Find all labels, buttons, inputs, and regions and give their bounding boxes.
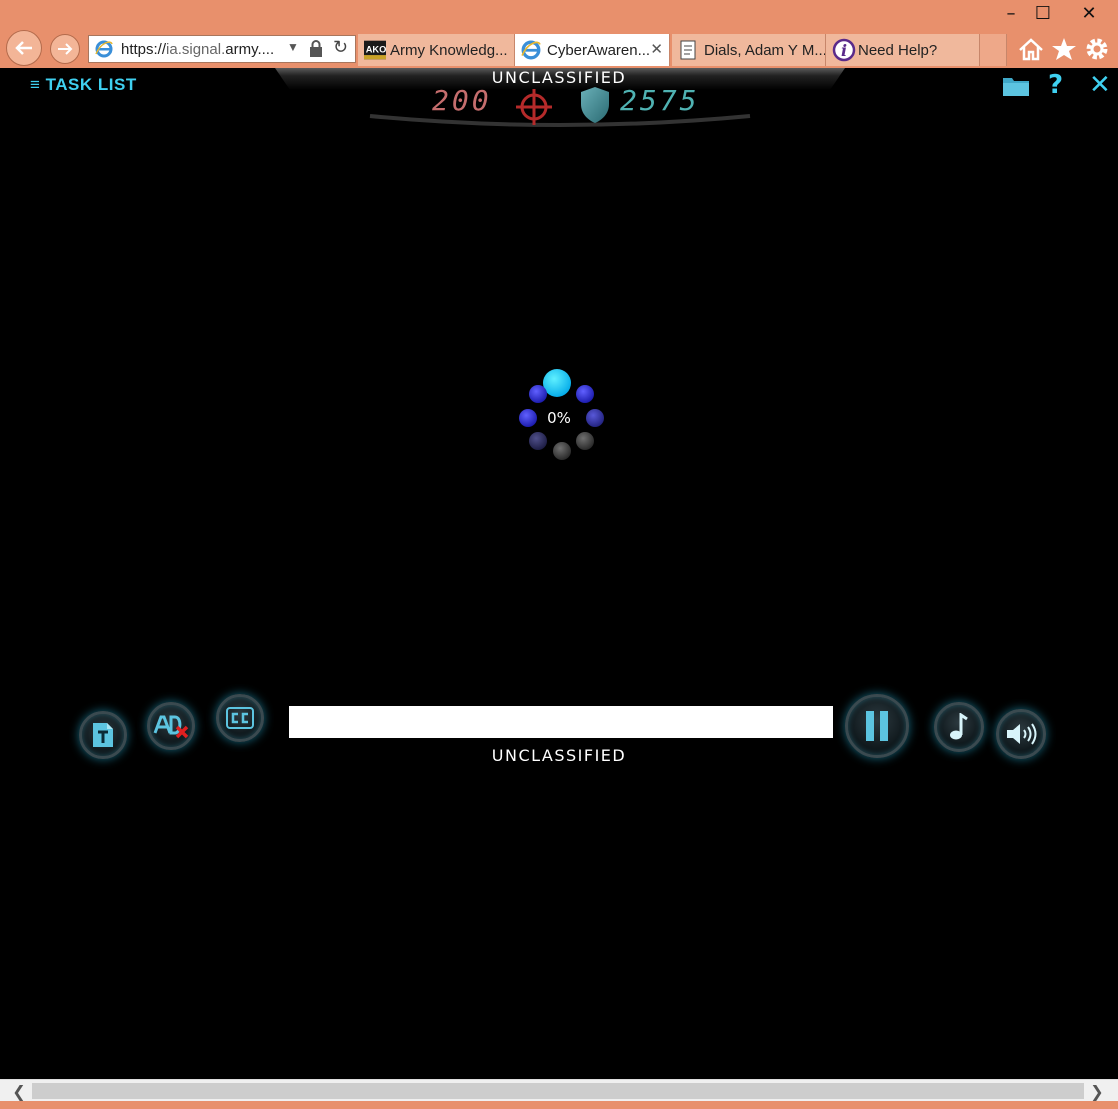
home-icon[interactable] <box>1016 34 1046 64</box>
audio-description-button[interactable] <box>147 702 195 750</box>
scrollbar-thumb[interactable] <box>32 1083 1084 1099</box>
close-tab-icon[interactable]: ✕ <box>650 40 663 58</box>
audio-description-off-icon <box>153 715 189 739</box>
new-tab-button[interactable] <box>980 34 1007 66</box>
scroll-left-icon[interactable]: ❮ <box>8 1080 30 1102</box>
music-note-icon <box>950 713 968 740</box>
tab-need-help[interactable]: i Need Help? <box>826 34 980 66</box>
tab-label: Army Knowledg... <box>390 42 508 59</box>
shield-icon <box>581 87 609 123</box>
tab-label: Need Help? <box>858 42 938 59</box>
transcript-icon <box>93 723 113 747</box>
classification-banner-top: UNCLASSIFIED <box>491 68 627 87</box>
horizontal-scrollbar[interactable]: ❮ ❯ <box>0 1079 1118 1102</box>
closed-captions-button[interactable] <box>216 694 264 742</box>
tab-cyber-awareness[interactable]: CyberAwaren... ✕ <box>515 34 670 66</box>
url-text: https://ia.signal.army.... <box>121 41 275 58</box>
info-icon: i <box>832 38 856 62</box>
browser-chrome: – ☐ ✕ https://ia.signal.army.... ▼ ↻ AKO… <box>0 0 1118 68</box>
back-button[interactable] <box>6 30 42 66</box>
help-icon[interactable]: ? <box>1048 70 1063 100</box>
defense-score: 2575 <box>620 84 700 117</box>
scroll-right-icon[interactable]: ❯ <box>1086 1080 1108 1102</box>
tab-dials-adam[interactable]: Dials, Adam Y M... <box>672 34 826 66</box>
exit-icon[interactable]: ✕ <box>1089 70 1111 100</box>
music-button[interactable] <box>934 702 984 752</box>
back-arrow-icon <box>15 41 32 55</box>
maximize-button[interactable]: ☐ <box>1026 0 1060 26</box>
dropdown-arrow-icon[interactable]: ▼ <box>287 40 299 54</box>
pause-icon <box>866 711 888 741</box>
page-icon <box>680 40 696 60</box>
tab-label: Dials, Adam Y M... <box>704 42 826 59</box>
attack-score: 200 <box>432 84 492 117</box>
settings-gear-icon[interactable] <box>1082 34 1112 64</box>
ie-icon <box>95 40 113 58</box>
svg-text:AKO: AKO <box>366 45 386 55</box>
tab-label: CyberAwaren... <box>547 42 651 59</box>
speaker-volume-icon <box>1007 723 1037 745</box>
forward-arrow-icon <box>58 43 73 55</box>
forward-button[interactable] <box>50 34 80 64</box>
window-bottom-border <box>0 1101 1118 1109</box>
pause-button[interactable] <box>845 694 909 758</box>
ako-logo-icon: AKO <box>364 40 386 60</box>
volume-button[interactable] <box>996 709 1046 759</box>
favorites-star-icon[interactable] <box>1049 34 1079 64</box>
folder-icon[interactable] <box>1002 72 1030 100</box>
address-bar[interactable]: https://ia.signal.army.... ▼ ↻ <box>88 35 356 63</box>
caption-text-bar <box>289 706 833 738</box>
closed-captions-icon <box>226 707 254 729</box>
loading-percent: 0% <box>547 409 571 427</box>
close-window-button[interactable]: ✕ <box>1072 0 1106 26</box>
tab-army-knowledge[interactable]: AKO Army Knowledg... <box>358 34 515 66</box>
ie-icon <box>521 40 541 60</box>
crosshair-icon <box>516 89 552 125</box>
lock-icon[interactable] <box>309 40 323 58</box>
refresh-icon[interactable]: ↻ <box>333 37 348 58</box>
minimize-button[interactable]: – <box>994 0 1028 26</box>
svg-text:i: i <box>841 41 847 60</box>
